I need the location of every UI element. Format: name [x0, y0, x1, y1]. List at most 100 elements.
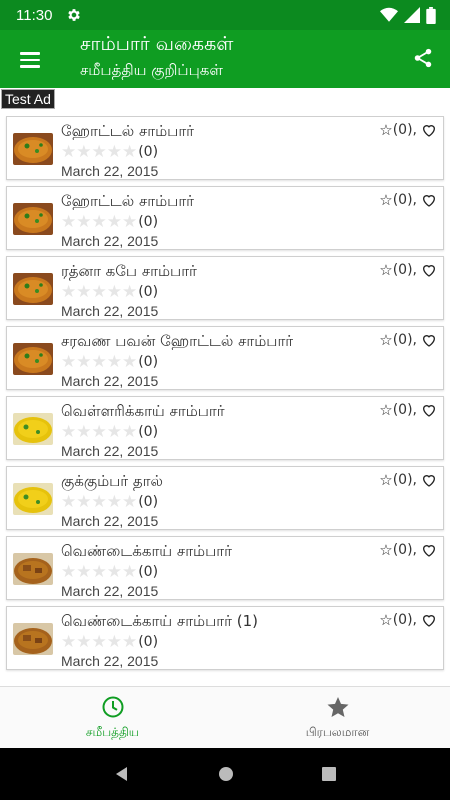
recipe-thumbnail [13, 483, 53, 515]
recipe-card[interactable]: ஹோட்டல் சாம்பார் ★★★★★ (0) March 22, 2015 ☆(… [6, 116, 444, 180]
card-actions: ☆ (0), [379, 331, 437, 349]
heart-icon[interactable] [421, 262, 437, 278]
recipe-rating: ★★★★★ (0) [61, 422, 159, 442]
heart-icon[interactable] [421, 402, 437, 418]
settings-gear-icon [68, 9, 81, 21]
recipe-thumbnail [13, 273, 53, 305]
recipe-rating: ★★★★★ (0) [61, 492, 159, 512]
recipe-title: ஹோட்டல் சாம்பார் [61, 122, 195, 140]
nav-popular-label: பிரபலமான [305, 724, 370, 739]
recipe-card[interactable]: வெண்டைக்காய் சாம்பார் (1) ★★★★★ (0) March 2… [6, 606, 444, 670]
favorite-count: (0), [392, 262, 417, 278]
recipe-title: வெண்டைக்காய் சாம்பார் (1) [61, 612, 258, 630]
recipe-rating: ★★★★★ (0) [61, 282, 159, 302]
rating-stars-icon: ★★★★★ [61, 422, 138, 442]
rating-count: (0) [138, 284, 159, 300]
favorite-star-icon[interactable]: ☆ [379, 611, 392, 629]
test-ad-label[interactable]: Test Ad [1, 89, 55, 109]
card-actions: ☆ (0), [379, 401, 437, 419]
app-title: சாம்பார் வகைகள் [80, 33, 234, 55]
favorite-star-icon[interactable]: ☆ [379, 331, 392, 349]
battery-icon [426, 6, 436, 24]
share-button[interactable] [408, 43, 438, 73]
card-actions: ☆ (0), [379, 191, 437, 209]
recipe-card[interactable]: வெள்ளரிக்காய் சாம்பார் ★★★★★ (0) March 22, … [6, 396, 444, 460]
recipe-card[interactable]: வெண்டைக்காய் சாம்பார் ★★★★★ (0) March 22, 2… [6, 536, 444, 600]
home-button[interactable] [217, 765, 235, 783]
clock-icon [102, 696, 123, 717]
star-icon [327, 696, 348, 717]
heart-icon[interactable] [421, 542, 437, 558]
favorite-star-icon[interactable]: ☆ [379, 471, 392, 489]
favorite-count: (0), [392, 122, 417, 138]
rating-count: (0) [138, 564, 159, 580]
heart-icon[interactable] [421, 192, 437, 208]
heart-icon[interactable] [421, 332, 437, 348]
favorite-star-icon[interactable]: ☆ [379, 261, 392, 279]
rating-count: (0) [138, 494, 159, 510]
system-navigation-bar [0, 748, 450, 800]
rating-stars-icon: ★★★★★ [61, 632, 138, 652]
card-actions: ☆ (0), [379, 541, 437, 559]
recipe-rating: ★★★★★ (0) [61, 562, 159, 582]
recipe-date: March 22, 2015 [61, 513, 159, 529]
favorite-star-icon[interactable]: ☆ [379, 401, 392, 419]
nav-recent[interactable]: சமீபத்திய [0, 687, 225, 748]
recipe-title: வெண்டைக்காய் சாம்பார் [61, 542, 232, 560]
hamburger-icon-line [20, 52, 40, 55]
hamburger-icon-line [20, 58, 40, 62]
favorite-count: (0), [392, 332, 417, 348]
recipe-thumbnail [13, 133, 53, 165]
recipe-rating: ★★★★★ (0) [61, 142, 159, 162]
recipe-title: குக்கும்பர் தால் [61, 472, 163, 490]
recipe-title: வெள்ளரிக்காய் சாம்பார் [61, 402, 225, 420]
rating-count: (0) [138, 214, 159, 230]
recipe-thumbnail [13, 343, 53, 375]
recipe-thumbnail [13, 623, 53, 655]
favorite-star-icon[interactable]: ☆ [379, 121, 392, 139]
recipe-card[interactable]: ரத்னா கபே சாம்பார் ★★★★★ (0) March 22, 2015… [6, 256, 444, 320]
favorite-star-icon[interactable]: ☆ [379, 191, 392, 209]
recipe-thumbnail [13, 413, 53, 445]
rating-count: (0) [138, 634, 159, 650]
recipe-rating: ★★★★★ (0) [61, 632, 159, 652]
status-bar: 11:30 [0, 0, 450, 30]
recipe-thumbnail [13, 553, 53, 585]
status-icons [380, 6, 436, 24]
recipe-list[interactable]: ஹோட்டல் சாம்பார் ★★★★★ (0) March 22, 2015 ☆(… [0, 116, 450, 686]
back-triangle-icon [116, 767, 127, 781]
rating-stars-icon: ★★★★★ [61, 282, 138, 302]
recipe-title: சரவண பவன் ஹோட்டல் சாம்பார் [61, 332, 294, 350]
share-icon [414, 48, 432, 68]
nav-popular[interactable]: பிரபலமான [225, 687, 450, 748]
recipe-card[interactable]: ஹோட்டல் சாம்பார் ★★★★★ (0) March 22, 2015 ☆(… [6, 186, 444, 250]
rating-stars-icon: ★★★★★ [61, 562, 138, 582]
card-actions: ☆ (0), [379, 611, 437, 629]
rating-stars-icon: ★★★★★ [61, 212, 138, 232]
heart-icon[interactable] [421, 472, 437, 488]
recipe-thumbnail [13, 203, 53, 235]
recipe-card[interactable]: சரவண பவன் ஹோட்டல் சாம்பார் ★★★★★ (0) March … [6, 326, 444, 390]
recipe-date: March 22, 2015 [61, 233, 159, 249]
menu-button[interactable] [12, 42, 48, 78]
heart-icon[interactable] [421, 612, 437, 628]
favorite-star-icon[interactable]: ☆ [379, 541, 392, 559]
recipe-date: March 22, 2015 [61, 303, 159, 319]
heart-icon[interactable] [421, 122, 437, 138]
rating-count: (0) [138, 144, 159, 160]
favorite-count: (0), [392, 612, 417, 628]
rating-count: (0) [138, 424, 159, 440]
recipe-card[interactable]: குக்கும்பர் தால் ★★★★★ (0) March 22, 2015 ☆(… [6, 466, 444, 530]
favorite-count: (0), [392, 472, 417, 488]
recipe-date: March 22, 2015 [61, 653, 159, 669]
rating-stars-icon: ★★★★★ [61, 492, 138, 512]
hamburger-icon-line [20, 65, 40, 68]
wifi-icon [380, 7, 398, 22]
favorite-count: (0), [392, 542, 417, 558]
back-button[interactable] [113, 765, 131, 783]
recents-button[interactable] [321, 766, 337, 782]
nav-recent-label: சமீபத்திய [85, 724, 140, 739]
card-actions: ☆ (0), [379, 121, 437, 139]
rating-stars-icon: ★★★★★ [61, 142, 138, 162]
recipe-date: March 22, 2015 [61, 163, 159, 179]
